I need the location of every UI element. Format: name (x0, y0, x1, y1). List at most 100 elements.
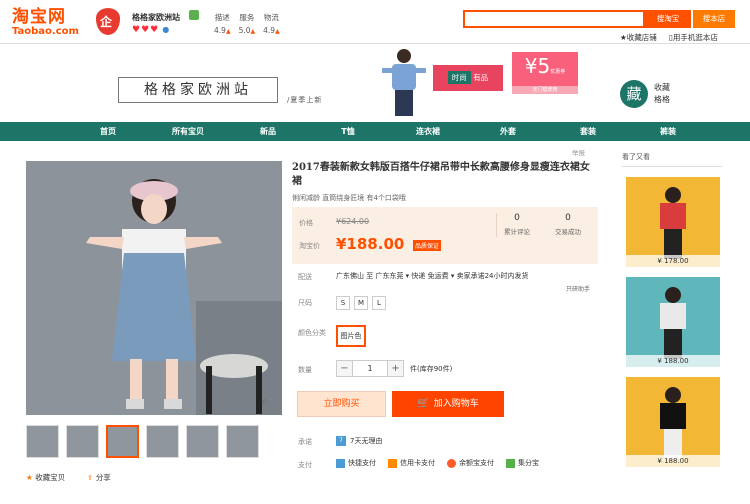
pay-jifenbao[interactable]: 集分宝 (506, 458, 539, 468)
recommend-item[interactable]: ¥ 188.00 (626, 377, 720, 467)
promise-icon: 7 (336, 436, 346, 446)
nav-pants[interactable]: 裤装 (628, 122, 708, 141)
product-title: 2017春装新款女韩版百搭牛仔裙吊带中长款高腰修身显瘦连衣裙女裙 (292, 162, 590, 187)
nav-new[interactable]: 新品 (228, 122, 308, 141)
recommend-price: ¥ 188.00 (626, 355, 720, 367)
current-price: ¥188.00 (336, 235, 405, 253)
main-product-image[interactable] (26, 161, 282, 415)
coupon-amount: ¥5 (524, 54, 551, 78)
collect-item-button[interactable]: ★ 收藏宝贝 (26, 472, 65, 483)
rating-value: 5.0 (238, 26, 251, 35)
size-option-m[interactable]: M (354, 296, 368, 310)
coupon-foot: 无门槛使用 (512, 86, 578, 94)
shop-title: 格格家欧洲站 (118, 77, 278, 103)
thumbnail[interactable] (66, 425, 99, 458)
collect-line1: 收藏 (654, 83, 670, 92)
nav-all-items[interactable]: 所有宝贝 (148, 122, 228, 141)
share-button[interactable]: ⇪ 分享 (87, 472, 111, 483)
delivery-note: 只研助手 (566, 286, 591, 293)
qty-plus-button[interactable]: + (387, 360, 404, 377)
quick-pay-icon (336, 458, 345, 468)
nav-home[interactable]: 首页 (68, 122, 148, 141)
shop-ratings: 描述 4.9▲ 服务 5.0▲ 物流 4.9▲ (214, 12, 280, 35)
nav-suit[interactable]: 套装 (548, 122, 628, 141)
qty-label: 数量 (298, 366, 312, 374)
collect-line2: 格格 (654, 95, 670, 104)
badge-icon: ● (162, 25, 171, 34)
collect-link[interactable]: 收藏 格格 (654, 82, 670, 106)
buy-now-button[interactable]: 立即购买 (297, 391, 386, 417)
shipping-info[interactable]: 广东佛山 至 广东东莞 ▾ 快递 免运费 ▾ 卖家承诺24小时内发货 (336, 271, 529, 281)
credit-card-icon (388, 458, 397, 468)
thumbnail-selected[interactable] (106, 425, 139, 458)
seller-hearts: ♥♥♥ ● (132, 25, 170, 35)
search-taobao-button[interactable]: 搜淘宝 (645, 10, 691, 28)
rating-value: 4.9 (263, 26, 276, 35)
promise-label: 承诺 (298, 438, 312, 446)
taobao-price-label: 淘宝价 (299, 242, 320, 250)
arrow-up-icon: ▲ (275, 28, 280, 35)
promo-badge[interactable]: 时尚 有品 (433, 65, 503, 91)
search-input[interactable] (463, 10, 645, 28)
nav-dress[interactable]: 连衣裙 (388, 122, 468, 141)
thumbnail[interactable] (186, 425, 219, 458)
qty-minus-button[interactable]: − (336, 360, 353, 377)
thumbnail[interactable] (226, 425, 259, 458)
pay-yuebao[interactable]: 余额宝支付 (447, 458, 494, 468)
zoom-icon[interactable]: ⌕ (262, 396, 276, 410)
qty-input[interactable]: 1 (353, 360, 387, 377)
pay-label: 支付 (298, 461, 312, 469)
coupon[interactable]: ¥5优惠券 无门槛使用 (512, 52, 578, 94)
nav-coat[interactable]: 外套 (468, 122, 548, 141)
report-link[interactable]: 举报 (572, 147, 585, 157)
shop-tag-icon (189, 10, 199, 20)
recommend-item[interactable]: ¥ 188.00 (626, 277, 720, 367)
banner-model-image (382, 49, 426, 116)
shop-name[interactable]: 格格家欧洲站 (132, 12, 180, 23)
quality-tag: 品质保证 (413, 240, 442, 251)
star-icon: ★ (26, 473, 33, 482)
color-label: 颜色分类 (298, 329, 326, 337)
promise[interactable]: 7 7天无理由 (336, 436, 382, 446)
original-price: ¥624.00 (336, 217, 370, 226)
sales-count[interactable]: 0 交易成功 (555, 213, 581, 236)
promo-right: 有品 (473, 73, 489, 82)
add-to-cart-button[interactable]: 🛒 加入购物车 (392, 391, 504, 417)
pay-quick[interactable]: 快捷支付 (336, 458, 376, 468)
thumbnail[interactable] (146, 425, 179, 458)
color-option[interactable]: 图片色 (336, 325, 366, 347)
divider (496, 213, 497, 237)
search-shop-button[interactable]: 搜本店 (693, 10, 735, 28)
size-option-l[interactable]: L (372, 296, 386, 310)
shop-badge-icon (96, 8, 120, 35)
product-photo (26, 161, 282, 415)
thumbnail[interactable] (26, 425, 59, 458)
stock-note: 件(库存90件) (410, 364, 453, 373)
sidebar-title: 看了又看 (622, 152, 722, 167)
mobile-shop-link[interactable]: ▯用手机逛本店 (669, 32, 718, 43)
size-option-s[interactable]: S (336, 296, 350, 310)
rating-desc: 描述 4.9▲ (214, 12, 231, 35)
product-subtitle: 俐闲减龄 直筒绕身匠境 有4个口袋哦 (292, 194, 406, 202)
pay-credit[interactable]: 信用卡支付 (388, 458, 435, 468)
price-box: 价格 ¥624.00 淘宝价 ¥188.00 品质保证 0 累计评论 0 交易成… (292, 207, 598, 264)
yuebao-icon (447, 458, 456, 468)
rating-logistics: 物流 4.9▲ (263, 12, 280, 35)
cart-icon: 🛒 (417, 398, 430, 409)
banner-tagline: /夏季上新 (287, 96, 323, 104)
recommend-image (626, 377, 720, 467)
recommend-item[interactable]: ¥ 178.00 (626, 177, 720, 267)
nav-tshirt[interactable]: T恤 (308, 122, 388, 141)
logo-cn: 淘宝网 (12, 7, 66, 27)
review-count[interactable]: 0 累计评论 (504, 213, 530, 236)
arrow-up-icon: ▲ (225, 28, 231, 35)
logo-en: Taobao.com (12, 26, 79, 37)
jifenbao-icon (506, 458, 515, 468)
taobao-logo[interactable]: 淘宝网 Taobao.com (12, 8, 86, 37)
size-label: 尺码 (298, 299, 312, 307)
rating-label: 物流 (263, 13, 279, 22)
favorite-shop-link[interactable]: ★收藏店铺 (620, 32, 657, 43)
collect-icon[interactable]: 藏 (620, 80, 648, 108)
recommend-image (626, 177, 720, 267)
recommend-image (626, 277, 720, 367)
